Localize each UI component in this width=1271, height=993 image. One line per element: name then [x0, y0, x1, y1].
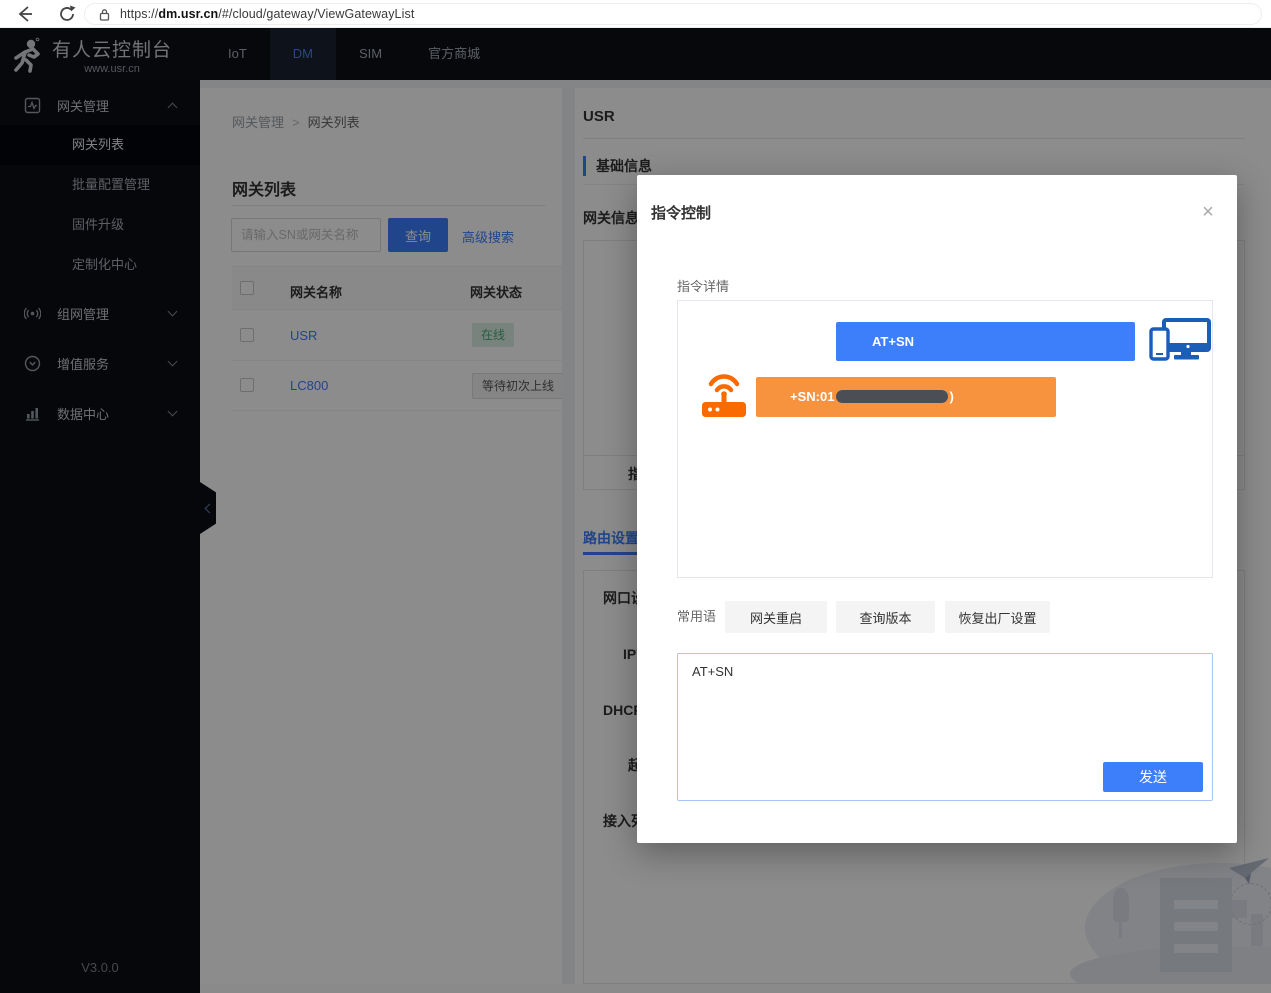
command-detail-label: 指令详情 [677, 276, 729, 295]
modal-title: 指令控制 [651, 202, 711, 223]
quick-button-reboot[interactable]: 网关重启 [725, 601, 827, 633]
screen: https://dm.usr.cn/#/cloud/gateway/ViewGa… [0, 0, 1271, 993]
cloud-terminal-icon [1148, 317, 1212, 365]
router-icon [697, 364, 751, 420]
browser-bar: https://dm.usr.cn/#/cloud/gateway/ViewGa… [0, 0, 1271, 28]
browser-back-icon[interactable] [14, 3, 36, 25]
reply-suffix: ) [949, 389, 953, 404]
quick-button-query-version[interactable]: 查询版本 [836, 601, 935, 633]
lock-icon[interactable] [99, 8, 110, 21]
redacted-serial-number [836, 390, 948, 403]
close-icon[interactable]: × [1195, 199, 1221, 225]
reply-prefix: +SN:01 [790, 389, 834, 404]
quick-phrases-label: 常用语 [677, 606, 716, 625]
browser-refresh-icon[interactable] [56, 3, 78, 25]
command-control-modal: 指令控制 × 指令详情 AT+SN [637, 175, 1237, 843]
sent-command-bubble: AT+SN [836, 322, 1135, 361]
browser-address-bar[interactable]: https://dm.usr.cn/#/cloud/gateway/ViewGa… [84, 3, 1262, 25]
browser-url: https://dm.usr.cn/#/cloud/gateway/ViewGa… [120, 7, 414, 21]
send-button[interactable]: 发送 [1103, 762, 1203, 792]
received-reply-bubble: +SN:01) [756, 377, 1056, 417]
quick-button-factory-reset[interactable]: 恢复出厂设置 [945, 601, 1050, 633]
